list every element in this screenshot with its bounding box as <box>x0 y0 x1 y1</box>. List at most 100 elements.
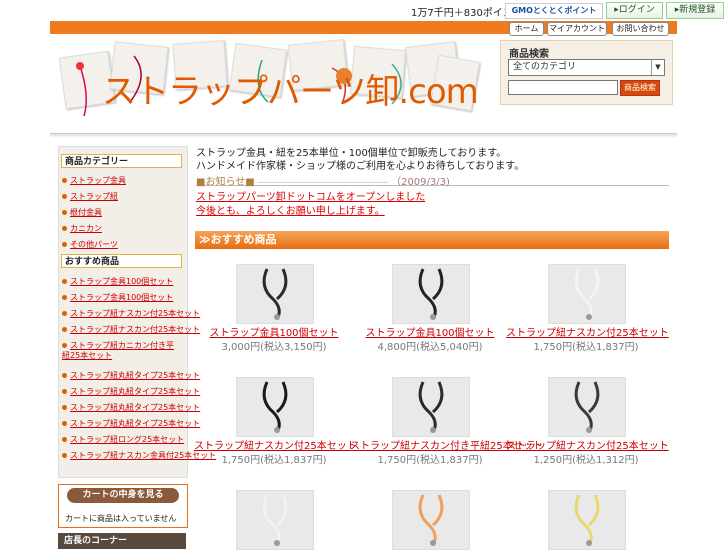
manager-corner-heading: 店長のコーナー <box>58 533 186 549</box>
product-image[interactable] <box>548 490 626 550</box>
recommend-section-heading: ≫おすすめ商品 <box>195 231 669 249</box>
product-image[interactable] <box>236 490 314 550</box>
category-select-value: 全てのカテゴリ <box>513 62 577 72</box>
product-image[interactable] <box>236 377 314 437</box>
intro-text: ストラップ金具・紐を25本単位・100個単位で卸販売しております。 ハンドメイド… <box>196 147 524 173</box>
gmo-point-badge[interactable]: GMOとくとくポイント <box>505 3 603 19</box>
bullet-icon <box>62 194 67 199</box>
product-image[interactable] <box>548 264 626 324</box>
recommend-label: ストラップ紐丸紐タイプ25本セット <box>70 403 201 412</box>
cart-status: カートに商品は入っていません <box>65 514 177 523</box>
nav-contact[interactable]: お問い合わせ <box>612 22 669 36</box>
product-image[interactable] <box>236 264 314 324</box>
search-button[interactable]: 商品検索 <box>620 80 660 96</box>
bullet-icon <box>62 242 67 247</box>
header-divider <box>50 134 677 138</box>
intro-line: ストラップ金具・紐を25本単位・100個単位で卸販売しております。 <box>196 148 507 159</box>
recommend-label: ストラップ紐丸紐タイプ25本セット <box>70 419 201 428</box>
sidebar-category-item[interactable]: ストラップ金具 <box>62 176 126 186</box>
bullet-icon <box>62 311 67 316</box>
recommend-heading: おすすめ商品 <box>61 254 182 268</box>
bullet-icon <box>62 327 67 332</box>
bullet-icon <box>62 226 67 231</box>
product-price: 1,750円(税込1,837円) <box>221 455 327 466</box>
news-link[interactable]: 今後とも、よろしくお願い申し上げます。 <box>196 202 385 217</box>
product-name[interactable]: ストラップ金具100個セット <box>194 324 354 339</box>
category-label: カニカン <box>70 224 102 233</box>
sidebar-recommend-item[interactable]: ストラップ紐ナスカン付25本セット <box>62 325 200 335</box>
bullet-icon <box>62 437 67 442</box>
bullet-icon <box>62 210 67 215</box>
bullet-icon <box>62 373 67 378</box>
sidebar-recommend-item[interactable]: ストラップ紐丸紐タイプ25本セット <box>62 387 200 397</box>
sidebar-recommend-item[interactable]: ストラップ金具100個セット <box>62 293 173 303</box>
recommend-label: ストラップ紐丸紐タイプ25本セット <box>70 371 201 380</box>
category-label: 根付金具 <box>70 208 102 217</box>
sidebar-recommend-item[interactable]: ストラップ紐丸紐タイプ25本セット <box>62 403 200 413</box>
product-name[interactable]: ストラップ紐ナスカン付25本セット <box>506 437 669 452</box>
bullet-icon <box>62 295 67 300</box>
product-name[interactable]: ストラップ金具100個セット <box>350 324 510 339</box>
recommend-label: ストラップ紐ナスカン付25本セット <box>70 325 201 334</box>
news-heading: ■お知らせ■ ――――――――――――― （2009/3/3) <box>196 173 669 188</box>
category-select[interactable]: 全てのカテゴリ ▼ <box>508 59 665 76</box>
recommend-label: ストラップ金具100個セット <box>70 277 174 286</box>
product-image[interactable] <box>548 377 626 437</box>
category-label: ストラップ紐 <box>70 192 118 201</box>
login-button[interactable]: ▸ログイン <box>606 2 663 19</box>
logo-text: ストラップパーツ卸.com <box>102 72 479 112</box>
cart-box: カートの中身を見る カートに商品は入っていません <box>58 484 188 528</box>
sidebar-recommend-item[interactable]: ストラップ紐ナスカン付25本セット <box>62 309 200 319</box>
news-link[interactable]: ストラップパーツ卸ドットコムをオープンしました <box>196 188 425 203</box>
news-rule: ――――――――――――― <box>257 177 388 188</box>
sidebar-category-item[interactable]: カニカン <box>62 224 102 234</box>
chevron-down-icon: ▼ <box>651 60 664 75</box>
view-cart-button[interactable]: カートの中身を見る <box>67 488 179 503</box>
top-bar: 1万7千円＋830ポイント還元！ GMOとくとくポイント ▸ログイン ▸新規登録 <box>0 0 727 21</box>
sidebar-category-item[interactable]: ストラップ紐 <box>62 192 118 202</box>
news-date: （2009/3/3) <box>391 177 450 188</box>
sidebar-category-item[interactable]: 根付金具 <box>62 208 102 218</box>
bullet-icon <box>62 389 67 394</box>
bullet-icon <box>62 178 67 183</box>
sidebar-category-item[interactable]: その他パーツ <box>62 240 118 250</box>
bullet-icon <box>62 343 67 348</box>
product-name[interactable]: ストラップ紐ナスカン付25本セット <box>506 324 669 339</box>
product-price: 1,250円(税込1,312円) <box>533 455 639 466</box>
bullet-icon <box>62 453 67 458</box>
sidebar-recommend-item[interactable]: ストラップ紐丸紐タイプ25本セット <box>62 371 200 381</box>
bullet-icon <box>62 421 67 426</box>
nav-home[interactable]: ホーム <box>509 22 544 36</box>
product-name[interactable]: ストラップ紐ナスカン付25本セット <box>194 437 357 452</box>
recommend-label: ストラップ紐丸紐タイプ25本セット <box>70 387 201 396</box>
category-label: その他パーツ <box>70 240 118 249</box>
sidebar-recommend-item[interactable]: ストラップ紐丸紐タイプ25本セット <box>62 419 200 429</box>
product-price: 1,750円(税込1,837円) <box>377 455 483 466</box>
news-title: ■お知らせ■ <box>196 177 255 188</box>
recommend-label: ストラップ紐ロング25本セット <box>70 435 185 444</box>
bullet-icon <box>62 405 67 410</box>
search-panel: 商品検索 全てのカテゴリ ▼ 商品検索 <box>500 40 673 105</box>
product-price: 3,000円(税込3,150円) <box>221 342 327 353</box>
login-label: ログイン <box>618 5 655 15</box>
intro-line: ハンドメイド作家様・ショップ様のご利用を心よりお待ちしております。 <box>196 161 525 172</box>
product-name[interactable]: ストラップ紐ナスカン付き平紐25本セット <box>350 437 543 452</box>
product-image[interactable] <box>392 490 470 550</box>
product-price: 1,750円(税込1,837円) <box>533 342 639 353</box>
nav-account[interactable]: マイアカウント <box>547 22 607 36</box>
recommend-label: ストラップ紐カニカン付き平紐25本セット <box>62 341 174 360</box>
product-image[interactable] <box>392 264 470 324</box>
register-button[interactable]: ▸新規登録 <box>666 2 724 19</box>
site-logo[interactable]: ストラップパーツ卸.com <box>58 39 522 132</box>
search-input[interactable] <box>508 80 618 95</box>
sidebar-recommend-item[interactable]: ストラップ金具100個セット <box>62 277 173 287</box>
product-price: 4,800円(税込5,040円) <box>377 342 483 353</box>
product-image[interactable] <box>392 377 470 437</box>
category-label: ストラップ金具 <box>70 176 126 185</box>
category-heading: 商品カテゴリー <box>61 154 182 168</box>
register-label: 新規登録 <box>679 5 716 15</box>
bullet-icon <box>62 279 67 284</box>
sidebar-recommend-item[interactable]: ストラップ紐カニカン付き平紐25本セット <box>62 341 180 361</box>
recommend-label: ストラップ金具100個セット <box>70 293 174 302</box>
sidebar-recommend-item[interactable]: ストラップ紐ロング25本セット <box>62 435 184 445</box>
